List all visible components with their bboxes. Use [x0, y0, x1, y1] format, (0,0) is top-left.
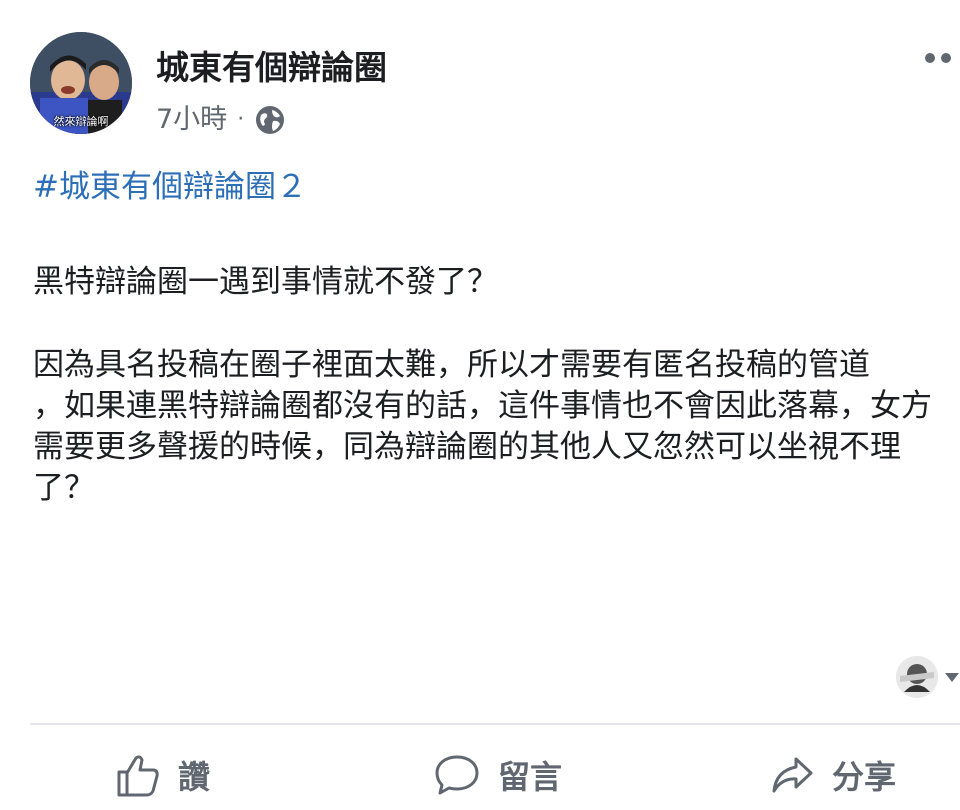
page-avatar[interactable]: 然來辯論啊 — [30, 32, 132, 134]
comment-label: 留言 — [498, 758, 563, 796]
comment-bubble-icon — [435, 755, 479, 795]
caret-down-icon[interactable] — [944, 671, 960, 683]
post-paragraph: ，如果連黑特辯論圈都沒有的話，這件事情也不會因此落幕，女方需要更多聲援的時候，同… — [33, 388, 932, 506]
like-button[interactable]: 讚 — [116, 752, 210, 798]
post-body: 黑特辯論圈一遇到事情就不發了？ 因為具名投稿在圈子裡面太難，所以才需要有匿名投稿… — [33, 262, 938, 509]
thumbs-up-icon — [117, 755, 159, 797]
facebook-post: 然來辯論啊 城東有個辯論圈 7小時 · #城東有個辯論圈２ 黑特辯論圈一遇到事情… — [0, 0, 960, 810]
like-label: 讚 — [178, 758, 211, 796]
avatar-caption: 然來辯論啊 — [53, 115, 109, 128]
share-button[interactable]: 分享 — [770, 752, 896, 798]
post-paragraph: 因為具名投稿在圈子裡面太難，所以才需要有匿名投稿的管道 — [33, 347, 870, 383]
comment-button[interactable]: 留言 — [434, 752, 562, 798]
meta-separator: · — [237, 107, 245, 132]
more-options-icon[interactable] — [920, 48, 960, 68]
action-bar: 讚 留言 分享 — [0, 740, 960, 810]
action-divider — [30, 723, 960, 725]
post-meta: 7小時 · — [156, 102, 286, 138]
post-paragraph: 黑特辯論圈一遇到事情就不發了？ — [33, 264, 498, 300]
share-label: 分享 — [832, 758, 897, 796]
viewer-selector[interactable] — [896, 656, 960, 698]
page-name[interactable]: 城東有個辯論圈 — [156, 46, 387, 90]
share-arrow-icon — [772, 757, 813, 793]
viewer-avatar — [896, 656, 938, 698]
hashtag-link[interactable]: #城東有個辯論圈２ — [33, 166, 307, 208]
post-timestamp[interactable]: 7小時 — [156, 102, 227, 138]
globe-icon — [254, 104, 286, 136]
